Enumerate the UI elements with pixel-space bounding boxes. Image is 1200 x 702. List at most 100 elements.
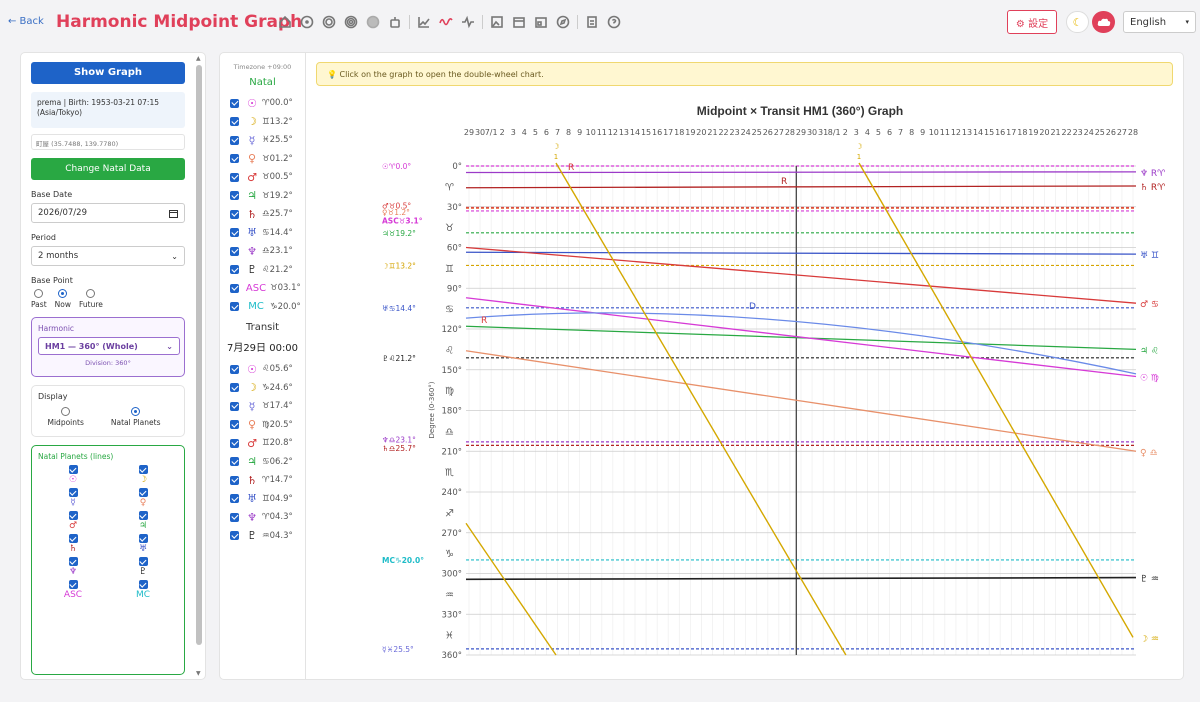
natal-line-toggle[interactable]: ♂ xyxy=(38,511,108,532)
planet-row[interactable]: ♃ ♋06.2° xyxy=(220,453,305,472)
checkbox[interactable] xyxy=(68,511,78,520)
planet-row[interactable]: ♃ ♉19.2° xyxy=(220,187,305,206)
planet-row[interactable]: ☿ ♓25.5° xyxy=(220,131,305,150)
checkbox[interactable] xyxy=(138,580,148,589)
planet-row[interactable]: ♀ ♉01.2° xyxy=(220,150,305,169)
checkbox[interactable] xyxy=(138,488,148,497)
line-chart-icon[interactable] xyxy=(413,12,435,32)
natal-line-toggle[interactable]: ☽ xyxy=(108,465,178,486)
harmonic-select[interactable]: HM1 — 360° (Whole) ⌄ xyxy=(38,337,180,355)
planet-row[interactable]: ♅ ♊04.9° xyxy=(220,490,305,509)
checkbox[interactable] xyxy=(230,172,239,182)
checkbox[interactable] xyxy=(138,534,148,543)
robot-icon[interactable] xyxy=(384,12,406,32)
checkbox[interactable] xyxy=(230,302,239,312)
planet-row[interactable]: ☉ ♈00.0° xyxy=(220,94,305,113)
natal-line-toggle[interactable]: ASC xyxy=(38,580,108,601)
filled-circle-icon[interactable] xyxy=(362,12,384,32)
theme-button[interactable] xyxy=(1092,11,1115,33)
compass-icon[interactable] xyxy=(552,12,574,32)
planet-row[interactable]: ASC ♉03.1° xyxy=(220,279,305,298)
planet-row[interactable]: ♀ ♍20.5° xyxy=(220,416,305,435)
checkbox[interactable] xyxy=(230,135,239,145)
calendar-alt-icon[interactable] xyxy=(530,12,552,32)
natal-line-toggle[interactable]: ☿ xyxy=(38,488,108,509)
checkbox[interactable] xyxy=(230,154,239,164)
change-natal-button[interactable]: Change Natal Data xyxy=(31,158,185,180)
checkbox[interactable] xyxy=(230,457,239,467)
planet-row[interactable]: ☽ ♊13.2° xyxy=(220,113,305,132)
scroll-down-icon[interactable]: ▼ xyxy=(196,670,201,677)
natal-line-toggle[interactable]: ☉ xyxy=(38,465,108,486)
planet-row[interactable]: ♇ ♌21.2° xyxy=(220,261,305,280)
help-icon[interactable] xyxy=(603,12,625,32)
planet-row[interactable]: MC ♑20.0° xyxy=(220,298,305,317)
display-option[interactable]: Midpoints xyxy=(48,407,84,427)
checkbox[interactable] xyxy=(230,420,239,430)
natal-line-toggle[interactable]: ♇ xyxy=(108,557,178,578)
planet-row[interactable]: ♅ ♋14.4° xyxy=(220,224,305,243)
checkbox[interactable] xyxy=(138,511,148,520)
checkbox[interactable] xyxy=(230,228,239,238)
wave-icon[interactable] xyxy=(435,12,457,32)
show-graph-button[interactable]: Show Graph xyxy=(31,62,185,84)
planet-row[interactable]: ☿ ♉17.4° xyxy=(220,397,305,416)
base-date-input[interactable]: 2026/07/29 xyxy=(31,203,185,223)
checkbox[interactable] xyxy=(68,488,78,497)
midpoint-graph[interactable]: Midpoint × Transit HM1 (360°) Graph29 30 7… xyxy=(306,53,1184,681)
radio-button[interactable] xyxy=(131,407,141,416)
radio-button[interactable] xyxy=(58,289,68,298)
checkbox[interactable] xyxy=(230,401,239,411)
radio-button[interactable] xyxy=(61,407,71,416)
checkbox[interactable] xyxy=(230,98,239,108)
circle-dot-icon[interactable] xyxy=(296,12,318,32)
checkbox[interactable] xyxy=(230,265,239,275)
checkbox[interactable] xyxy=(138,465,148,474)
period-select[interactable]: 2 months ⌄ xyxy=(31,246,185,266)
checkbox[interactable] xyxy=(230,364,239,374)
scroll-up-icon[interactable]: ▲ xyxy=(196,55,201,62)
clipboard-icon[interactable] xyxy=(581,12,603,32)
planet-row[interactable]: ♄ ♈14.7° xyxy=(220,471,305,490)
base-point-option[interactable]: Future xyxy=(79,289,103,309)
target-icon[interactable] xyxy=(340,12,362,32)
planet-row[interactable]: ♂ ♊20.8° xyxy=(220,434,305,453)
planet-row[interactable]: ♆ ♎23.1° xyxy=(220,242,305,261)
home-icon[interactable] xyxy=(274,12,296,32)
checkbox[interactable] xyxy=(68,557,78,566)
checkbox[interactable] xyxy=(230,191,239,201)
double-circle-icon[interactable] xyxy=(318,12,340,32)
natal-line-toggle[interactable]: ♅ xyxy=(108,534,178,555)
checkbox[interactable] xyxy=(230,209,239,219)
base-point-option[interactable]: Now xyxy=(55,289,71,309)
planet-row[interactable]: ♇ ♒04.3° xyxy=(220,527,305,546)
checkbox[interactable] xyxy=(230,383,239,393)
base-point-option[interactable]: Past xyxy=(31,289,47,309)
checkbox[interactable] xyxy=(230,512,239,522)
scrollbar[interactable]: ▲ ▼ xyxy=(195,55,203,677)
calendar-icon[interactable] xyxy=(508,12,530,32)
image-icon[interactable] xyxy=(486,12,508,32)
natal-line-toggle[interactable]: ♆ xyxy=(38,557,108,578)
checkbox[interactable] xyxy=(230,475,239,485)
radio-button[interactable] xyxy=(86,289,96,298)
checkbox[interactable] xyxy=(138,557,148,566)
planet-row[interactable]: ☽ ♑24.6° xyxy=(220,379,305,398)
dark-mode-toggle[interactable]: ☾ xyxy=(1066,11,1089,33)
natal-line-toggle[interactable]: ♃ xyxy=(108,511,178,532)
back-link[interactable]: ← Back xyxy=(8,16,44,27)
planet-row[interactable]: ♂ ♉00.5° xyxy=(220,168,305,187)
settings-button[interactable]: ⚙ 設定 xyxy=(1007,10,1057,34)
planet-row[interactable]: ☉ ♌05.6° xyxy=(220,360,305,379)
pulse-icon[interactable] xyxy=(457,12,479,32)
radio-button[interactable] xyxy=(34,289,44,298)
natal-line-toggle[interactable]: MC xyxy=(108,580,178,601)
checkbox[interactable] xyxy=(68,465,78,474)
checkbox[interactable] xyxy=(68,534,78,543)
language-select[interactable]: English ▾ xyxy=(1123,11,1196,33)
checkbox[interactable] xyxy=(230,117,239,127)
display-option[interactable]: Natal Planets xyxy=(111,407,161,427)
checkbox[interactable] xyxy=(230,531,239,541)
scroll-thumb[interactable] xyxy=(196,65,202,645)
planet-row[interactable]: ♆ ♈04.3° xyxy=(220,508,305,527)
